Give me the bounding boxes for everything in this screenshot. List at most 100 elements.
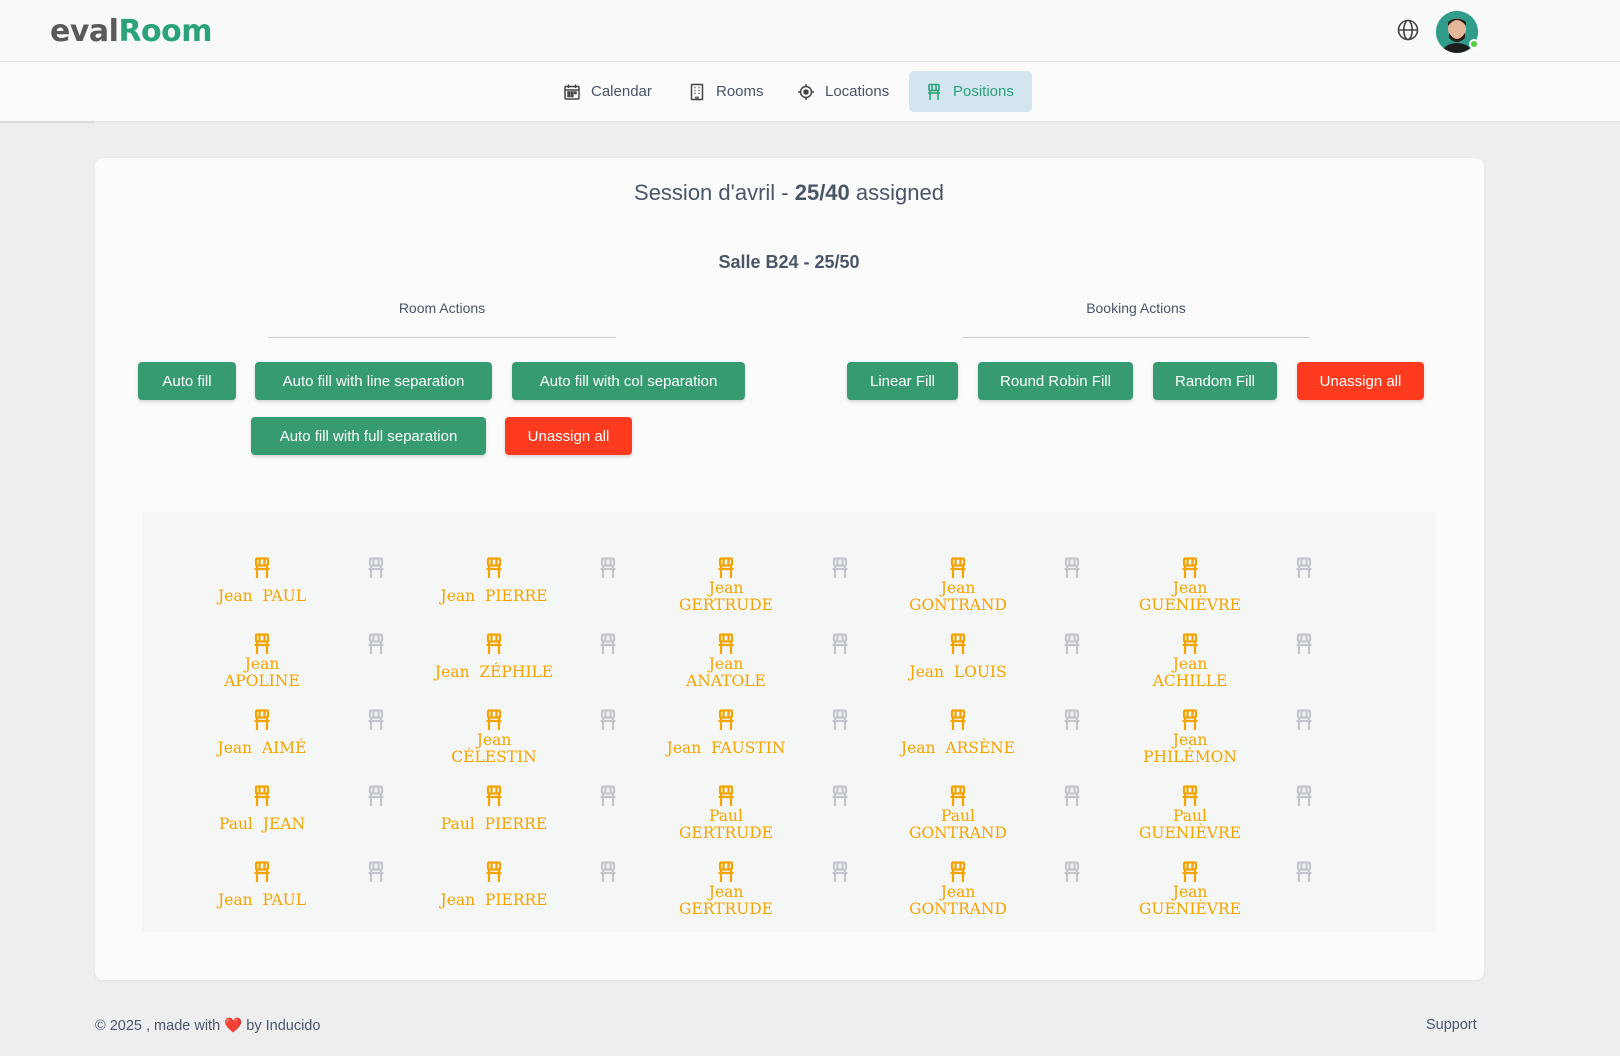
seat-empty[interactable] xyxy=(1012,861,1132,883)
room-unassign-all-button[interactable]: Unassign all xyxy=(505,417,632,455)
chair-icon xyxy=(898,785,1018,807)
seat-empty[interactable] xyxy=(316,861,436,883)
chair-icon xyxy=(780,557,900,579)
seat-empty[interactable] xyxy=(316,633,436,655)
chair-icon xyxy=(1130,633,1250,655)
seat-assigned[interactable]: Jean PAUL xyxy=(202,861,322,909)
seat-assigned[interactable]: Paul PIERRE xyxy=(434,785,554,833)
chair-icon xyxy=(316,633,436,655)
round-robin-fill-button[interactable]: Round Robin Fill xyxy=(978,362,1133,400)
seat-empty[interactable] xyxy=(548,633,668,655)
seat-assigned[interactable]: Paul GERTRUDE xyxy=(666,785,786,842)
seat-assigned[interactable]: Jean GUENIÈVRE xyxy=(1130,557,1250,614)
seat-empty[interactable] xyxy=(316,785,436,807)
seat-empty[interactable] xyxy=(780,785,900,807)
seat-occupant-name: Jean LOUIS xyxy=(909,663,1007,681)
calendar-icon xyxy=(564,84,580,100)
seat-empty[interactable] xyxy=(780,557,900,579)
footer-support-link[interactable]: Support xyxy=(1426,1017,1477,1033)
chair-icon xyxy=(202,709,322,731)
random-fill-button[interactable]: Random Fill xyxy=(1153,362,1277,400)
seat-occupant-name: Jean PIERRE xyxy=(440,587,548,605)
booking-unassign-all-button[interactable]: Unassign all xyxy=(1297,362,1424,400)
seat-empty[interactable] xyxy=(780,709,900,731)
seat-empty[interactable] xyxy=(316,709,436,731)
seat-empty[interactable] xyxy=(1012,785,1132,807)
seat-assigned[interactable]: Jean GUENIÈVRE xyxy=(1130,861,1250,918)
seat-assigned[interactable]: Jean ACHILLE xyxy=(1130,633,1250,690)
seat-empty[interactable] xyxy=(548,861,668,883)
chair-icon xyxy=(1012,785,1132,807)
nav-divider xyxy=(0,121,95,123)
chair-icon xyxy=(202,633,322,655)
seat-assigned[interactable]: Paul GONTRAND xyxy=(898,785,1018,842)
seat-empty[interactable] xyxy=(548,785,668,807)
seat-empty[interactable] xyxy=(1012,557,1132,579)
chair-icon xyxy=(1130,861,1250,883)
seat-assigned[interactable]: Jean PIERRE xyxy=(434,557,554,605)
chair-icon xyxy=(666,861,786,883)
seat-empty[interactable] xyxy=(780,861,900,883)
tab-calendar[interactable]: Calendar xyxy=(547,71,668,112)
footer-brand-link[interactable]: Inducido xyxy=(266,1018,321,1034)
chair-icon xyxy=(780,633,900,655)
room-actions-divider xyxy=(268,337,616,338)
chair-icon xyxy=(780,709,900,731)
chair-icon xyxy=(316,861,436,883)
seat-empty[interactable] xyxy=(548,557,668,579)
booking-actions-divider xyxy=(962,337,1310,338)
building-icon xyxy=(690,83,704,100)
user-avatar[interactable] xyxy=(1436,11,1479,53)
seat-empty[interactable] xyxy=(1244,861,1364,883)
seat-empty[interactable] xyxy=(1244,709,1364,731)
seat-assigned[interactable]: Paul JEAN xyxy=(202,785,322,833)
seat-occupant-name: Jean GONTRAND xyxy=(909,883,1007,918)
seat-empty[interactable] xyxy=(1012,709,1132,731)
tab-positions[interactable]: Positions xyxy=(909,71,1032,112)
seat-assigned[interactable]: Jean CÉLESTIN xyxy=(434,709,554,766)
seat-occupant-name: Jean ZÉPHILE xyxy=(434,663,554,681)
auto-fill-col-button[interactable]: Auto fill with col separation xyxy=(512,362,745,400)
online-status-dot xyxy=(1469,39,1479,49)
chair-icon xyxy=(1244,709,1364,731)
seat-assigned[interactable]: Jean ZÉPHILE xyxy=(434,633,554,681)
auto-fill-line-button[interactable]: Auto fill with line separation xyxy=(255,362,492,400)
seat-empty[interactable] xyxy=(316,557,436,579)
seat-empty[interactable] xyxy=(780,633,900,655)
seat-assigned[interactable]: Jean AIMÉ xyxy=(202,709,322,757)
seat-assigned[interactable]: Jean GONTRAND xyxy=(898,861,1018,918)
seat-assigned[interactable]: Jean GERTRUDE xyxy=(666,557,786,614)
globe-icon[interactable] xyxy=(1396,18,1420,42)
seat-assigned[interactable]: Jean FAUSTIN xyxy=(666,709,786,757)
seat-assigned[interactable]: Jean GONTRAND xyxy=(898,557,1018,614)
logo-text-part1: eval xyxy=(50,14,119,49)
seat-assigned[interactable]: Jean PIERRE xyxy=(434,861,554,909)
seat-empty[interactable] xyxy=(1244,633,1364,655)
seat-empty[interactable] xyxy=(548,709,668,731)
seat-assigned[interactable]: Jean ARSÈNE xyxy=(898,709,1018,757)
seat-empty[interactable] xyxy=(1244,785,1364,807)
tab-locations[interactable]: Locations xyxy=(781,71,905,112)
seat-assigned[interactable]: Jean APOLINE xyxy=(202,633,322,690)
seat-assigned[interactable]: Jean PAUL xyxy=(202,557,322,605)
chair-icon xyxy=(898,633,1018,655)
linear-fill-button[interactable]: Linear Fill xyxy=(847,362,958,400)
tab-rooms[interactable]: Rooms xyxy=(672,71,780,112)
seat-occupant-name: Jean GONTRAND xyxy=(909,579,1007,614)
seat-assigned[interactable]: Jean GERTRUDE xyxy=(666,861,786,918)
seat-occupant-name: Paul JEAN xyxy=(218,815,306,833)
room-actions-label: Room Actions xyxy=(398,300,486,316)
top-bar: evalRoom xyxy=(0,0,1620,62)
app-logo[interactable]: evalRoom xyxy=(50,14,213,50)
seat-empty[interactable] xyxy=(1012,633,1132,655)
auto-fill-button[interactable]: Auto fill xyxy=(138,362,236,400)
heart-icon: ❤️ xyxy=(224,1018,243,1034)
seat-assigned[interactable]: Jean ANATOLE xyxy=(666,633,786,690)
seat-assigned[interactable]: Paul GUENIÈVRE xyxy=(1130,785,1250,842)
auto-fill-full-button[interactable]: Auto fill with full separation xyxy=(251,417,486,455)
chair-icon xyxy=(1012,709,1132,731)
seat-assigned[interactable]: Jean LOUIS xyxy=(898,633,1018,681)
seat-assigned[interactable]: Jean PHILÉMON xyxy=(1130,709,1250,766)
chair-icon xyxy=(1012,633,1132,655)
seat-empty[interactable] xyxy=(1244,557,1364,579)
